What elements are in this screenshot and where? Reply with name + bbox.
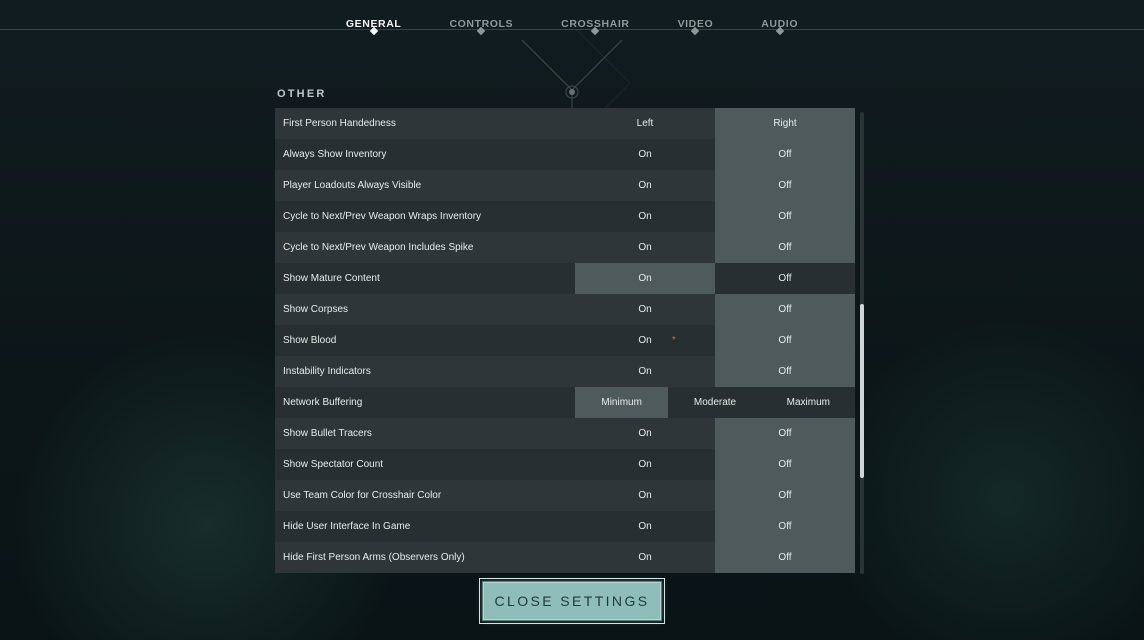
setting-label: Show Mature Content: [275, 263, 575, 294]
setting-label: Hide User Interface In Game: [275, 511, 575, 542]
setting-option[interactable]: Off: [715, 356, 855, 387]
setting-label: Hide First Person Arms (Observers Only): [275, 542, 575, 573]
setting-option[interactable]: On: [575, 418, 715, 449]
settings-row: Show BloodOn*Off: [275, 325, 855, 356]
asterisk-icon: *: [672, 335, 676, 346]
settings-row: Use Team Color for Crosshair ColorOnOff: [275, 480, 855, 511]
setting-option[interactable]: On: [575, 542, 715, 573]
settings-row: Show Mature ContentOnOff: [275, 263, 855, 294]
setting-label: First Person Handedness: [275, 108, 575, 139]
settings-row: Instability IndicatorsOnOff: [275, 356, 855, 387]
setting-option[interactable]: On: [575, 294, 715, 325]
setting-label: Network Buffering: [275, 387, 575, 418]
settings-rows: First Person HandednessLeftRightAlways S…: [275, 108, 855, 573]
setting-option[interactable]: On: [575, 480, 715, 511]
setting-option[interactable]: Minimum: [575, 387, 668, 418]
tab-video[interactable]: VIDEO: [678, 0, 714, 30]
setting-option[interactable]: Off: [715, 449, 855, 480]
setting-option[interactable]: Off: [715, 139, 855, 170]
setting-label: Cycle to Next/Prev Weapon Wraps Inventor…: [275, 201, 575, 232]
setting-label: Instability Indicators: [275, 356, 575, 387]
setting-label: Show Corpses: [275, 294, 575, 325]
setting-option[interactable]: On: [575, 201, 715, 232]
setting-option[interactable]: Off: [715, 201, 855, 232]
setting-option[interactable]: Off: [715, 480, 855, 511]
setting-option[interactable]: Maximum: [762, 387, 855, 418]
setting-options: OnOff: [575, 511, 855, 542]
setting-option[interactable]: Off: [715, 325, 855, 356]
setting-options: OnOff: [575, 139, 855, 170]
settings-row: Network BufferingMinimumModerateMaximum: [275, 387, 855, 418]
setting-options: OnOff: [575, 294, 855, 325]
setting-options: OnOff: [575, 418, 855, 449]
setting-label: Show Bullet Tracers: [275, 418, 575, 449]
tab-crosshair[interactable]: CROSSHAIR: [561, 0, 629, 30]
settings-row: Cycle to Next/Prev Weapon Wraps Inventor…: [275, 201, 855, 232]
setting-options: OnOff: [575, 449, 855, 480]
setting-label: Player Loadouts Always Visible: [275, 170, 575, 201]
settings-row: Player Loadouts Always VisibleOnOff: [275, 170, 855, 201]
setting-option[interactable]: On: [575, 263, 715, 294]
setting-label: Show Spectator Count: [275, 449, 575, 480]
settings-row: Hide User Interface In GameOnOff: [275, 511, 855, 542]
tab-controls[interactable]: CONTROLS: [449, 0, 513, 30]
setting-option[interactable]: On: [575, 232, 715, 263]
setting-options: OnOff: [575, 232, 855, 263]
setting-label: Show Blood: [275, 325, 575, 356]
section-title: OTHER: [275, 88, 855, 108]
setting-option[interactable]: Right: [715, 108, 855, 139]
setting-options: OnOff: [575, 542, 855, 573]
setting-option[interactable]: On: [575, 139, 715, 170]
settings-row: Show Spectator CountOnOff: [275, 449, 855, 480]
setting-option[interactable]: On: [575, 449, 715, 480]
settings-row: Always Show InventoryOnOff: [275, 139, 855, 170]
settings-row: Hide First Person Arms (Observers Only)O…: [275, 542, 855, 573]
setting-option[interactable]: Off: [715, 542, 855, 573]
setting-option[interactable]: On: [575, 170, 715, 201]
setting-options: On*Off: [575, 325, 855, 356]
setting-options: OnOff: [575, 480, 855, 511]
close-settings-button[interactable]: CLOSE SETTINGS: [482, 581, 662, 621]
setting-label: Use Team Color for Crosshair Color: [275, 480, 575, 511]
setting-options: LeftRight: [575, 108, 855, 139]
setting-options: OnOff: [575, 201, 855, 232]
close-button-label: CLOSE SETTINGS: [495, 593, 650, 609]
setting-option[interactable]: Moderate: [668, 387, 761, 418]
setting-label: Cycle to Next/Prev Weapon Includes Spike: [275, 232, 575, 263]
setting-option[interactable]: On: [575, 511, 715, 542]
setting-label: Always Show Inventory: [275, 139, 575, 170]
setting-option[interactable]: Off: [715, 263, 855, 294]
setting-option[interactable]: Off: [715, 511, 855, 542]
settings-panel: OTHER First Person HandednessLeftRightAl…: [275, 88, 855, 574]
tab-general[interactable]: GENERAL: [346, 0, 402, 30]
settings-row: First Person HandednessLeftRight: [275, 108, 855, 139]
settings-row: Show CorpsesOnOff: [275, 294, 855, 325]
tab-audio[interactable]: AUDIO: [761, 0, 798, 30]
setting-option[interactable]: On: [575, 356, 715, 387]
setting-options: OnOff: [575, 170, 855, 201]
setting-option[interactable]: Off: [715, 170, 855, 201]
setting-option[interactable]: On*: [575, 325, 715, 356]
setting-option[interactable]: Off: [715, 418, 855, 449]
settings-row: Show Bullet TracersOnOff: [275, 418, 855, 449]
setting-options: MinimumModerateMaximum: [575, 387, 855, 418]
setting-option[interactable]: Off: [715, 232, 855, 263]
settings-tabs: GENERAL CONTROLS CROSSHAIR VIDEO AUDIO: [0, 0, 1144, 30]
setting-option[interactable]: Off: [715, 294, 855, 325]
setting-option[interactable]: Left: [575, 108, 715, 139]
setting-options: OnOff: [575, 263, 855, 294]
settings-row: Cycle to Next/Prev Weapon Includes Spike…: [275, 232, 855, 263]
setting-options: OnOff: [575, 356, 855, 387]
scrollbar-thumb[interactable]: [860, 304, 864, 478]
scrollbar-track[interactable]: [860, 112, 864, 574]
